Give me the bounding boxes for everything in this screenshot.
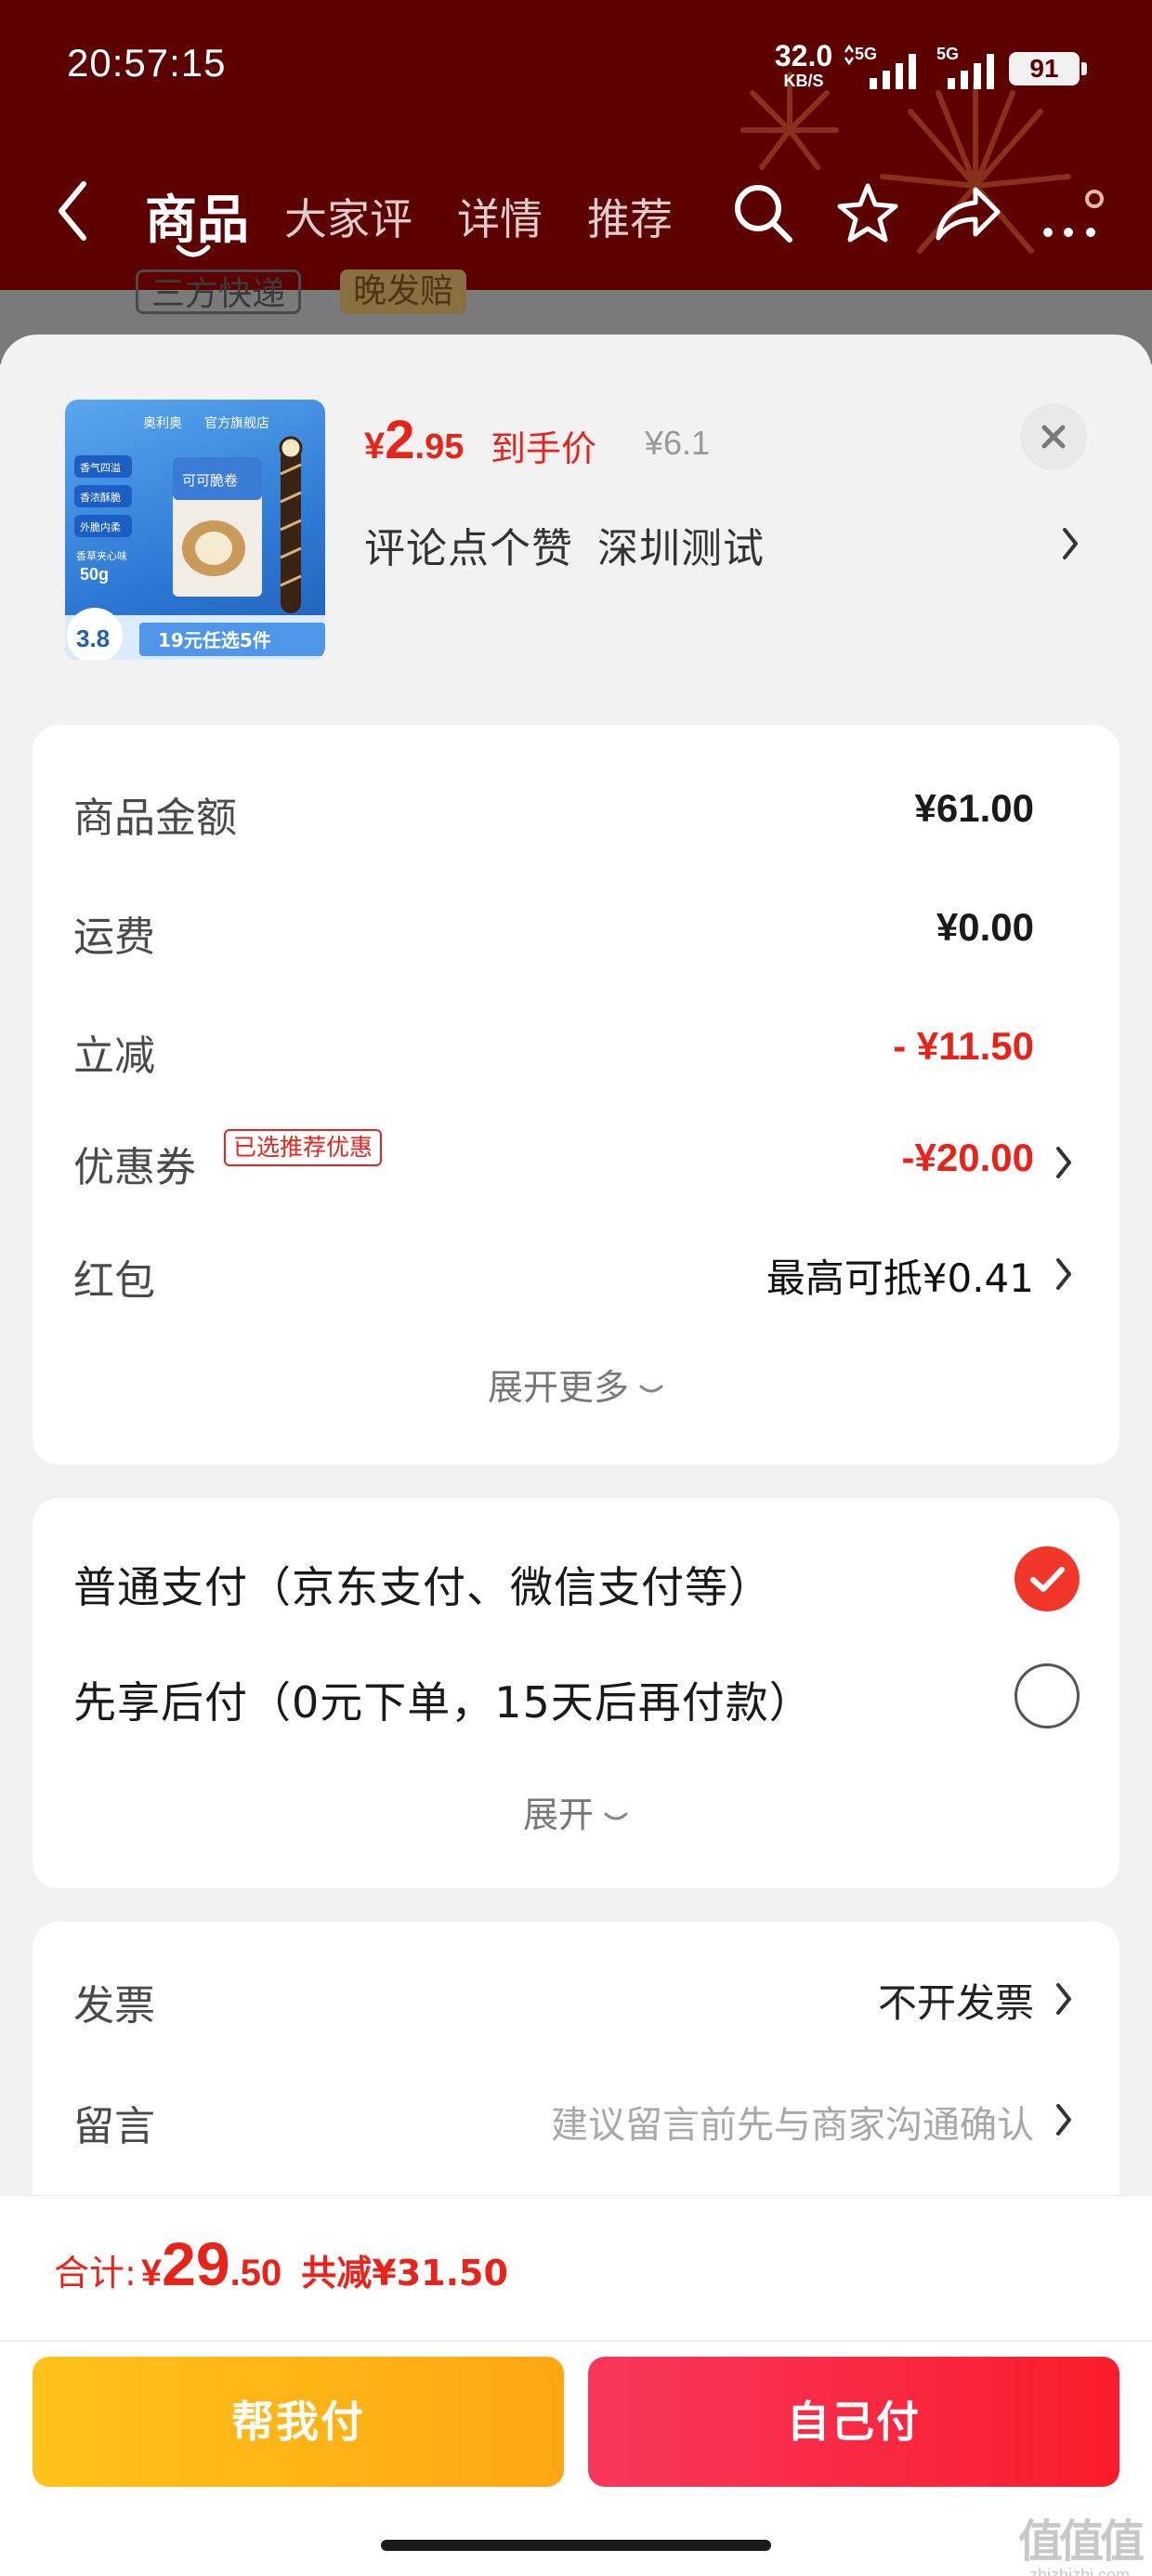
payment-option-paylater-label[interactable]: 先享后付（0元下单，15天后再付款） — [73, 1669, 813, 1730]
product-feature-1: 香气四溢 — [80, 461, 121, 474]
spec-chevron-right-icon[interactable] — [1061, 526, 1080, 561]
final-price: ¥2.95 — [364, 409, 464, 471]
original-price: ¥6.1 — [645, 424, 711, 462]
total-label: 合计: — [54, 2253, 137, 2293]
coupon-value[interactable]: -¥20.00 — [902, 1136, 1034, 1180]
total-decimal: .50 — [229, 2253, 282, 2293]
status-time: 20:57:15 — [67, 41, 227, 85]
coupon-chevron-right-icon[interactable] — [1054, 1145, 1073, 1180]
payment-method-card: 普通支付（京东支付、微信支付等） 先享后付（0元下单，15天后再付款） 展开 — [33, 1498, 1119, 1888]
coupon-label[interactable]: 优惠券 — [73, 1134, 196, 1193]
product-promo: 19元任选5件 — [158, 629, 271, 651]
payment-option-paylater-radio[interactable] — [1015, 1663, 1080, 1728]
red-packet-value[interactable]: 最高可抵¥0.41 — [766, 1247, 1034, 1304]
search-icon[interactable] — [730, 180, 797, 247]
share-icon[interactable] — [933, 180, 1003, 247]
tab-recommend[interactable]: 推荐 — [587, 186, 673, 247]
tab-reviews[interactable]: 大家评 — [284, 186, 412, 247]
product-spec-selector[interactable]: 评论点个赞 深圳测试 — [364, 515, 765, 574]
payment-option-standard-radio[interactable] — [1015, 1546, 1080, 1611]
help-me-pay-button[interactable]: 帮我付 — [33, 2357, 564, 2487]
payment-expand-link[interactable]: 展开 — [33, 1786, 1119, 1837]
red-packet-label[interactable]: 红包 — [73, 1247, 155, 1307]
close-icon — [1041, 425, 1066, 449]
product-box-label: 可可脆卷 — [182, 472, 238, 489]
signal-icon-2: 5G — [936, 45, 994, 89]
invoice-label[interactable]: 发票 — [73, 1972, 155, 2031]
shipping-label: 运费 — [73, 913, 155, 961]
active-tab-indicator — [176, 244, 211, 257]
product-price-tag: 3.8 — [76, 624, 110, 652]
final-price-label: 到手价 — [491, 428, 597, 469]
expand-more-label: 展开更多 — [487, 1367, 629, 1408]
product-store: 官方旗舰店 — [204, 416, 269, 431]
status-bar: 20:57:15 32.0 KB/S 5G 5G 91 — [0, 0, 1152, 139]
total-symbol: ¥ — [140, 2253, 163, 2293]
total-saved: 共减¥31.50 — [301, 2253, 508, 2293]
tab-details[interactable]: 详情 — [457, 186, 543, 247]
battery-icon: 91 — [1009, 52, 1087, 85]
message-label: 留言 — [73, 2103, 155, 2150]
background-tag-express: 三方快递 — [136, 269, 302, 314]
coupon-recommended-badge: 已选推荐优惠 — [224, 1129, 383, 1166]
product-feature-3: 外脆内柔 — [80, 520, 121, 533]
payment-expand-label: 展开 — [522, 1794, 594, 1835]
watermark: 值值值 zhizhizhi.com — [1015, 2504, 1145, 2576]
product-image-art: 奥利奥 官方旗舰店 香气四溢 香浓酥脆 外脆内柔 香草夹心味 50g 可可脆卷 … — [65, 415, 325, 660]
total-integer: 29 — [162, 2229, 230, 2298]
checkmark-icon — [1030, 1567, 1065, 1592]
header: 20:57:15 32.0 KB/S 5G 5G 91 商品 大家评 详情 推荐 — [0, 0, 1152, 290]
star-icon[interactable] — [834, 180, 901, 247]
cost-summary-card: 商品金额 ¥61.00 运费 ¥0.00 立减 - ¥11.50 优惠券 已选推… — [33, 725, 1119, 1465]
product-flavor: 香草夹心味 — [76, 550, 127, 562]
product-feature-2: 香浓酥脆 — [80, 491, 121, 504]
invoice-message-card: 发票 不开发票 留言 建议留言前先与商家沟通确认 — [33, 1922, 1119, 2219]
watermark-logo: 值值值 — [1017, 2516, 1145, 2568]
product-brand: 奥利奥 — [143, 415, 182, 431]
spec-part-1: 评论点个赞 — [364, 525, 573, 572]
nav-bar: 商品 大家评 详情 推荐 — [0, 158, 1152, 269]
goods-amount-value: ¥61.00 — [914, 786, 1034, 830]
more-icon[interactable] — [1041, 180, 1107, 247]
price-symbol: ¥ — [364, 426, 386, 467]
chevron-down-icon — [639, 1385, 663, 1392]
network-speed-value: 32.0 — [774, 39, 833, 72]
invoice-chevron-right-icon[interactable] — [1054, 1981, 1073, 2017]
product-image[interactable]: 奥利奥 官方旗舰店 香气四溢 香浓酥脆 外脆内柔 香草夹心味 50g 可可脆卷 … — [65, 400, 325, 660]
shipping-value: ¥0.00 — [936, 905, 1034, 949]
divider — [0, 2340, 1152, 2342]
expand-more-link[interactable]: 展开更多 — [33, 1359, 1119, 1410]
tab-product[interactable]: 商品 — [145, 178, 249, 254]
back-icon[interactable] — [54, 178, 91, 243]
invoice-value[interactable]: 不开发票 — [878, 1972, 1034, 2029]
order-total: 合计: ¥29.50 共减¥31.50 — [54, 2228, 508, 2299]
network-speed-unit: KB/S — [783, 72, 824, 90]
price-decimal: .95 — [414, 427, 465, 467]
signal-icon: 5G — [844, 44, 916, 89]
price-integer: 2 — [385, 410, 415, 470]
close-button[interactable] — [1020, 403, 1087, 470]
instant-discount-value: - ¥11.50 — [893, 1024, 1034, 1068]
payment-option-standard-label[interactable]: 普通支付（京东支付、微信支付等） — [73, 1554, 772, 1615]
spec-part-2: 深圳测试 — [597, 525, 765, 572]
network-speed: 32.0 KB/S — [771, 41, 836, 89]
message-chevron-right-icon[interactable] — [1054, 2102, 1073, 2137]
pay-myself-button[interactable]: 自己付 — [588, 2357, 1119, 2487]
watermark-url: zhizhizhi.com — [1028, 2566, 1131, 2576]
instant-discount-label: 立减 — [73, 1032, 155, 1080]
background-tag-late-delivery: 晚发赔 — [340, 269, 467, 314]
message-input[interactable]: 建议留言前先与商家沟通确认 — [551, 2095, 1034, 2149]
product-weight: 50g — [80, 565, 109, 584]
signal-label-2: 5G — [936, 45, 959, 63]
signal-label: 5G — [855, 45, 877, 63]
goods-amount-label: 商品金额 — [73, 795, 237, 842]
home-indicator[interactable] — [381, 2540, 771, 2551]
red-packet-chevron-right-icon[interactable] — [1054, 1256, 1073, 1292]
chevron-down-icon — [604, 1812, 628, 1820]
